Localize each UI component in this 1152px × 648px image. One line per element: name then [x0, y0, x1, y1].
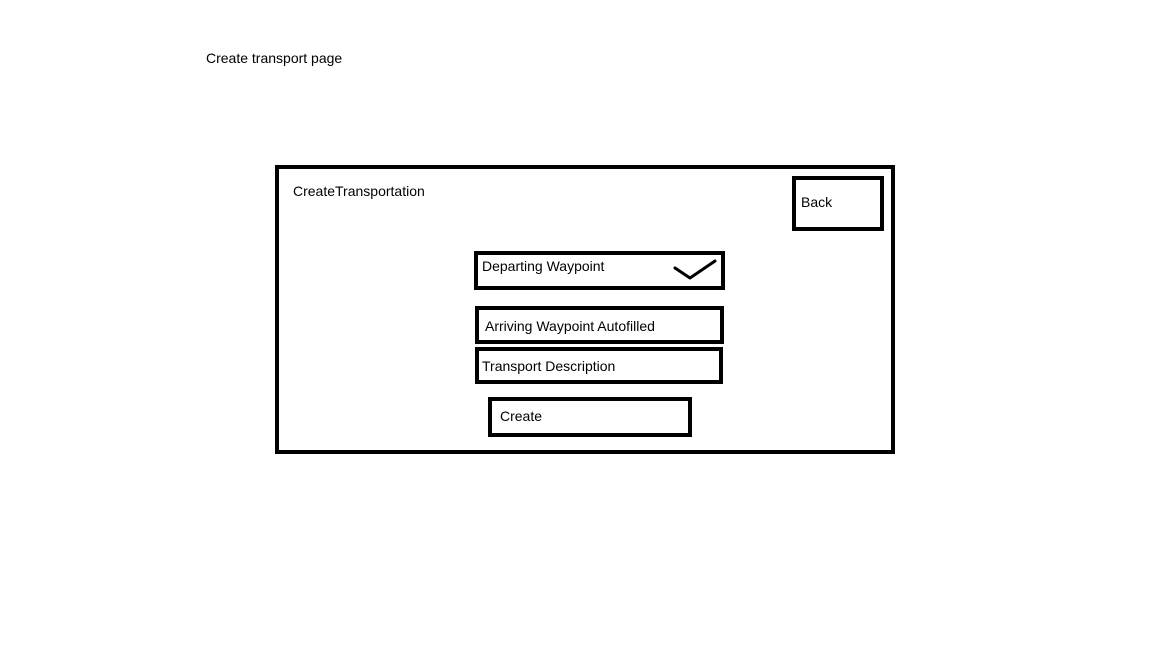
transport-description-label: Transport Description — [482, 358, 616, 374]
create-button[interactable]: Create — [488, 397, 692, 437]
departing-waypoint-label: Departing Waypoint — [482, 258, 605, 274]
transport-description-field[interactable]: Transport Description — [475, 347, 723, 384]
create-button-label: Create — [500, 408, 543, 424]
back-button[interactable]: Back — [792, 176, 884, 231]
arriving-waypoint-label: Arriving Waypoint Autofilled — [485, 318, 655, 334]
page-caption: Create transport page — [206, 50, 343, 66]
arriving-waypoint-field[interactable]: Arriving Waypoint Autofilled — [475, 306, 724, 344]
window-title: CreateTransportation — [293, 183, 425, 199]
departing-waypoint-field[interactable]: Departing Waypoint — [474, 251, 725, 290]
check-icon — [673, 259, 717, 280]
back-button-label: Back — [801, 194, 833, 210]
create-transportation-window: CreateTransportation Back Departing Wayp… — [275, 165, 895, 454]
